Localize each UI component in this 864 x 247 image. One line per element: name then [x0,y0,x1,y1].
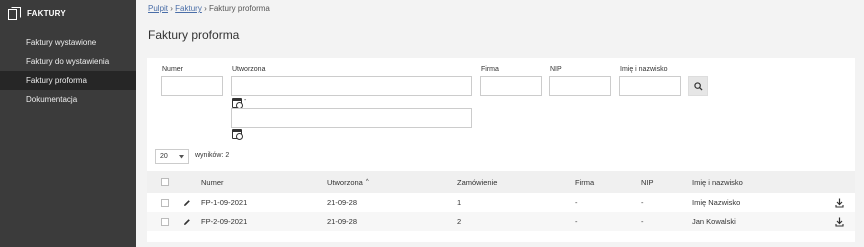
column-header-firma[interactable]: Firma [575,171,594,193]
cell-numer: FP-1-09-2021 [201,198,248,207]
cell-utworzona: 21-09-28 [327,198,358,207]
column-header-zamowienie[interactable]: Zamówienie [457,171,497,193]
sidebar-item-label: Faktury wystawione [26,38,97,47]
cell-firma: - [575,198,578,207]
main-content: Pulpit › Faktury › Faktury proforma Fakt… [136,0,864,247]
page-title: Faktury proforma [148,28,240,42]
sidebar-brand[interactable]: FAKTURY [0,0,136,26]
imie-filter-input[interactable] [619,76,681,96]
cell-zamowienie: 2 [457,217,462,226]
documents-icon [8,6,21,20]
search-icon [693,81,703,91]
content-panel: Numer Utworzona - Firma NIP Imię i nazwi… [147,58,855,242]
search-button[interactable] [688,76,708,96]
breadcrumb-current: Faktury proforma [208,4,270,13]
numer-filter-input[interactable] [161,76,223,96]
sidebar-item-faktury-do-wystawienia[interactable]: Faktury do wystawienia [0,52,136,71]
download-icon[interactable] [835,198,844,208]
table-row: FP-1-09-2021 21-09-28 1 - - Imię Nazwisk… [147,193,855,212]
utworzona-from-input[interactable] [231,76,472,96]
table-header: Numer Utworzona ^ Zamówienie Firma NIP I… [147,171,855,193]
column-header-numer[interactable]: Numer [201,171,224,193]
chevron-down-icon [179,154,184,158]
page-size-value: 20 [160,153,168,160]
column-header-label: Utworzona [327,177,363,187]
brand-label: FAKTURY [27,8,66,18]
filter-label-nip: NIP [550,66,562,73]
table-row: FP-2-09-2021 21-09-28 2 - - Jan Kowalski [147,212,855,231]
column-header-imie[interactable]: Imię i nazwisko [692,171,743,193]
cell-imie: Jan Kowalski [692,217,736,226]
cell-utworzona: 21-09-28 [327,217,358,226]
page-size-select[interactable]: 20 [155,149,189,164]
sidebar-item-dokumentacja[interactable]: Dokumentacja [0,90,136,109]
sidebar-item-faktury-proforma[interactable]: Faktury proforma [0,71,136,90]
filter-label-imie: Imię i nazwisko [620,66,668,73]
pencil-icon[interactable] [183,218,191,226]
download-icon[interactable] [835,217,844,227]
breadcrumb-separator: › [204,4,207,13]
sidebar-item-label: Faktury proforma [26,76,87,85]
calendar-clock-icon[interactable] [232,129,243,140]
breadcrumb-home-link[interactable]: Pulpit [148,4,168,13]
date-range-separator: - [244,97,247,104]
results-count: wyników: 2 [195,152,230,159]
cell-firma: - [575,217,578,226]
cell-numer: FP-2-09-2021 [201,217,248,226]
firma-filter-input[interactable] [480,76,542,96]
select-all-checkbox[interactable] [161,178,169,186]
breadcrumb-separator: › [170,4,173,13]
sidebar-item-label: Faktury do wystawienia [26,57,110,66]
sidebar: FAKTURY Faktury wystawione Faktury do wy… [0,0,136,247]
filter-label-utworzona: Utworzona [232,66,266,73]
utworzona-to-input[interactable] [231,108,472,128]
cell-nip: - [641,217,644,226]
breadcrumb-faktury-link[interactable]: Faktury [175,4,202,13]
sort-asc-icon: ^ [365,179,369,185]
calendar-clock-icon[interactable] [232,98,243,109]
filter-label-firma: Firma [481,66,499,73]
breadcrumb: Pulpit › Faktury › Faktury proforma [148,4,270,13]
cell-zamowienie: 1 [457,198,462,207]
row-checkbox[interactable] [161,198,169,207]
cell-nip: - [641,198,644,207]
cell-imie: Imię Nazwisko [692,198,741,207]
nip-filter-input[interactable] [549,76,611,96]
sidebar-item-label: Dokumentacja [26,95,78,104]
row-checkbox[interactable] [161,217,169,226]
column-header-utworzona[interactable]: Utworzona ^ [327,171,369,193]
column-header-nip[interactable]: NIP [641,171,654,193]
pencil-icon[interactable] [183,199,191,207]
sidebar-item-faktury-wystawione[interactable]: Faktury wystawione [0,33,136,52]
filter-label-numer: Numer [162,66,184,73]
